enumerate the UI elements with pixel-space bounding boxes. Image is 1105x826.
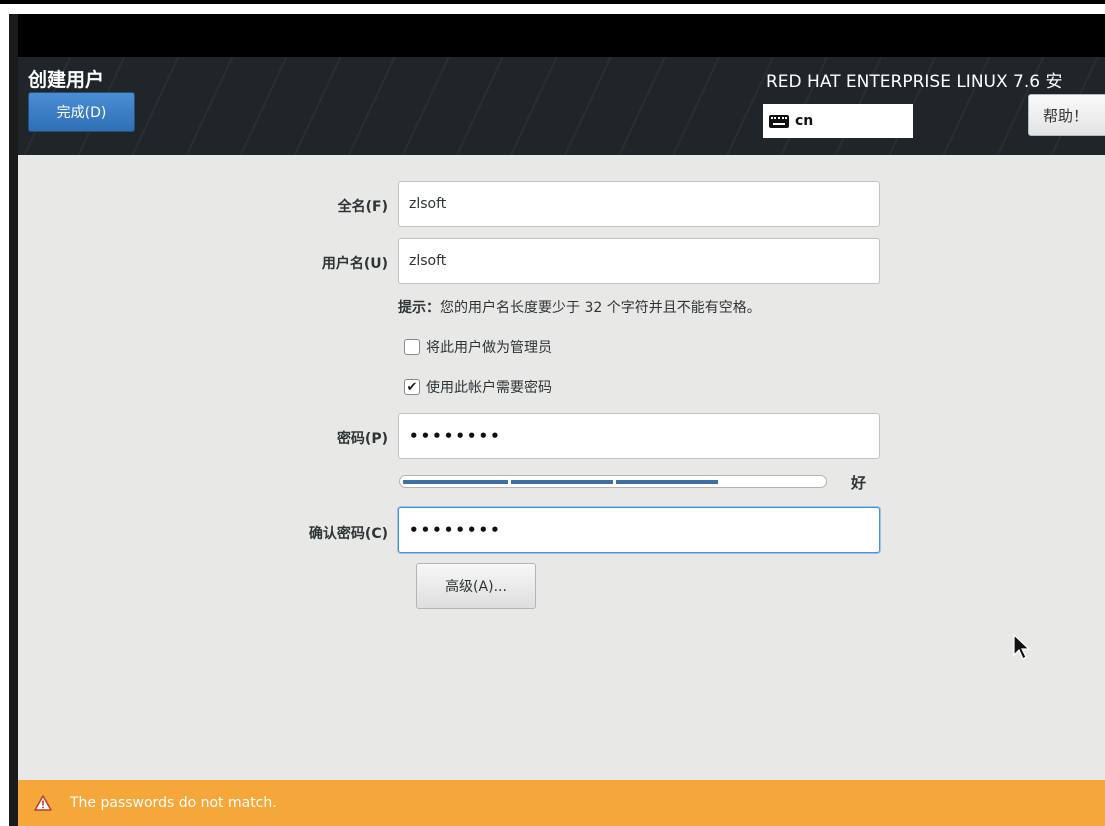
keyboard-layout-indicator[interactable]: cn bbox=[763, 104, 913, 138]
username-hint: 提示：您的用户名长度要少于 32 个字符并且不能有空格。 bbox=[398, 297, 761, 317]
admin-checkbox-row[interactable]: 将此用户做为管理员 bbox=[404, 337, 552, 357]
top-black-strip bbox=[18, 14, 1105, 57]
mouse-cursor-icon bbox=[1013, 633, 1031, 660]
confirm-password-label: 确认密码(C) bbox=[308, 526, 388, 542]
username-label: 用户名(U) bbox=[321, 256, 388, 272]
strength-meter-divider bbox=[613, 476, 616, 487]
page-title: 创建用户 bbox=[28, 69, 105, 91]
password-strength-meter bbox=[399, 475, 827, 488]
fullname-field[interactable]: zlsoft bbox=[398, 181, 880, 227]
keyboard-layout-label: cn bbox=[795, 113, 814, 129]
password-strength-fill bbox=[403, 480, 718, 484]
password-strength-label: 好 bbox=[851, 474, 867, 492]
password-field[interactable]: •••••••• bbox=[398, 413, 880, 459]
hint-prefix: 提示： bbox=[398, 300, 440, 316]
fullname-label: 全名(F) bbox=[337, 199, 388, 215]
help-button[interactable]: 帮助！ bbox=[1028, 94, 1105, 136]
warning-bar: The passwords do not match. bbox=[18, 780, 1105, 826]
spoke-header: 创建用户 完成(D) RED HAT ENTERPRISE LINUX 7.6 … bbox=[18, 57, 1105, 155]
admin-checkbox[interactable] bbox=[404, 339, 420, 355]
installer-screen: 创建用户 完成(D) RED HAT ENTERPRISE LINUX 7.6 … bbox=[18, 14, 1105, 826]
keyboard-icon bbox=[769, 114, 789, 128]
advanced-button[interactable]: 高级(A)... bbox=[416, 563, 536, 609]
top-border bbox=[0, 0, 1105, 4]
admin-checkbox-label: 将此用户做为管理员 bbox=[426, 340, 552, 356]
strength-meter-divider bbox=[508, 476, 511, 487]
warning-icon bbox=[34, 795, 52, 811]
warning-message: The passwords do not match. bbox=[70, 795, 277, 811]
confirm-password-field[interactable]: •••••••• bbox=[398, 507, 880, 553]
done-button[interactable]: 完成(D) bbox=[28, 92, 135, 132]
strength-meter-divider bbox=[718, 476, 721, 487]
username-field[interactable]: zlsoft bbox=[398, 238, 880, 284]
require-password-checkbox-row[interactable]: ✔ 使用此帐户需要密码 bbox=[404, 377, 552, 397]
product-title: RED HAT ENTERPRISE LINUX 7.6 安 bbox=[766, 72, 1063, 92]
require-password-checkbox[interactable]: ✔ bbox=[404, 379, 420, 395]
left-border bbox=[9, 14, 18, 826]
hint-text: 您的用户名长度要少于 32 个字符并且不能有空格。 bbox=[440, 300, 761, 316]
require-password-label: 使用此帐户需要密码 bbox=[426, 380, 552, 396]
password-label: 密码(P) bbox=[336, 431, 388, 447]
